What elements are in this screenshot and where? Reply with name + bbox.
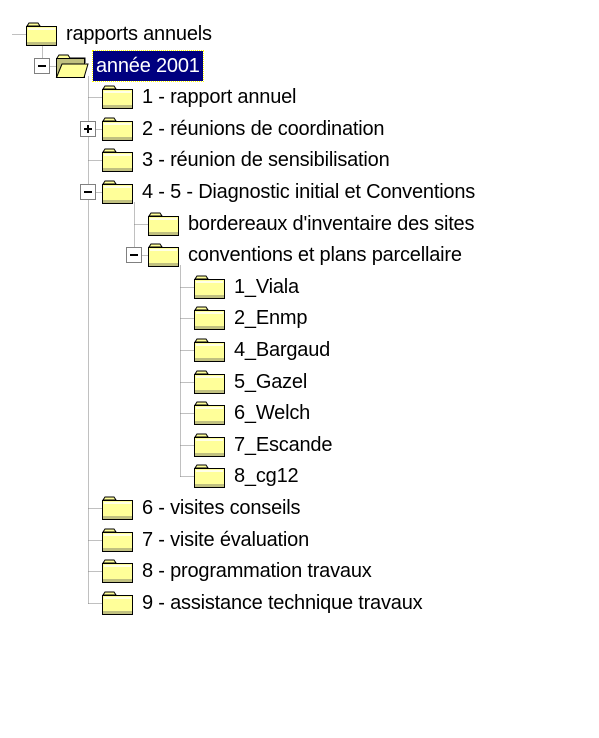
folder-closed-icon: [101, 83, 135, 111]
tree-node-label[interactable]: 4_Bargaud: [231, 335, 333, 365]
folder-closed-icon: [193, 368, 227, 396]
folder-closed-icon: [147, 241, 181, 269]
tree-node-label[interactable]: 4 - 5 - Diagnostic initial et Convention…: [139, 177, 478, 207]
folder-tree: rapports annuels année 2001 1 - rapport an…: [0, 0, 599, 738]
tree-node[interactable]: 8 - programmation travaux: [0, 555, 599, 587]
tree-node[interactable]: rapports annuels: [0, 18, 599, 50]
tree-node-label[interactable]: 2_Enmp: [231, 303, 310, 333]
folder-closed-icon: [101, 526, 135, 554]
collapse-minus-icon[interactable]: [34, 58, 50, 74]
tree-node-label[interactable]: rapports annuels: [63, 19, 215, 49]
tree-node-label[interactable]: 8_cg12: [231, 461, 301, 491]
tree-node[interactable]: 6 - visites conseils: [0, 492, 599, 524]
tree-node[interactable]: 2 - réunions de coordination: [0, 113, 599, 145]
folder-closed-icon: [101, 115, 135, 143]
tree-node-label[interactable]: 7 - visite évaluation: [139, 525, 312, 555]
folder-closed-icon: [101, 146, 135, 174]
tree-node[interactable]: 4 - 5 - Diagnostic initial et Convention…: [0, 176, 599, 208]
tree-node-label[interactable]: 1_Viala: [231, 272, 302, 302]
tree-node[interactable]: 4_Bargaud: [0, 334, 599, 366]
tree-node[interactable]: 1_Viala: [0, 271, 599, 303]
tree-node-label[interactable]: 2 - réunions de coordination: [139, 114, 387, 144]
tree-node-label[interactable]: 3 - réunion de sensibilisation: [139, 145, 393, 175]
tree-node[interactable]: 5_Gazel: [0, 366, 599, 398]
tree-node[interactable]: 2_Enmp: [0, 302, 599, 334]
folder-closed-icon: [101, 589, 135, 617]
tree-node[interactable]: 1 - rapport annuel: [0, 81, 599, 113]
tree-node[interactable]: 7_Escande: [0, 429, 599, 461]
folder-closed-icon: [193, 462, 227, 490]
tree-node-label[interactable]: 1 - rapport annuel: [139, 82, 299, 112]
tree-node[interactable]: 6_Welch: [0, 397, 599, 429]
folder-closed-icon: [147, 210, 181, 238]
tree-node[interactable]: 9 - assistance technique travaux: [0, 587, 599, 619]
folder-closed-icon: [193, 273, 227, 301]
tree-node-label[interactable]: 6 - visites conseils: [139, 493, 303, 523]
tree-node-label[interactable]: 8 - programmation travaux: [139, 556, 375, 586]
tree-node-label[interactable]: 5_Gazel: [231, 367, 310, 397]
tree-node-label[interactable]: 9 - assistance technique travaux: [139, 588, 425, 618]
tree-node[interactable]: année 2001: [0, 50, 599, 82]
folder-closed-icon: [101, 178, 135, 206]
folder-closed-icon: [193, 336, 227, 364]
folder-closed-icon: [193, 399, 227, 427]
tree-node[interactable]: 7 - visite évaluation: [0, 524, 599, 556]
tree-node[interactable]: 3 - réunion de sensibilisation: [0, 144, 599, 176]
tree-node-label[interactable]: 7_Escande: [231, 430, 335, 460]
folder-closed-icon: [101, 557, 135, 585]
tree-node-label[interactable]: bordereaux d'inventaire des sites: [185, 209, 477, 239]
folder-closed-icon: [193, 431, 227, 459]
folder-closed-icon: [101, 494, 135, 522]
folder-closed-icon: [193, 304, 227, 332]
expand-plus-icon[interactable]: [80, 121, 96, 137]
collapse-minus-icon[interactable]: [80, 184, 96, 200]
folder-open-icon: [55, 52, 89, 80]
tree-node[interactable]: conventions et plans parcellaire: [0, 239, 599, 271]
tree-node[interactable]: 8_cg12: [0, 460, 599, 492]
tree-node-label[interactable]: année 2001: [92, 50, 204, 82]
tree-node[interactable]: bordereaux d'inventaire des sites: [0, 208, 599, 240]
tree-node-label[interactable]: conventions et plans parcellaire: [185, 240, 465, 270]
tree-node-label[interactable]: 6_Welch: [231, 398, 313, 428]
collapse-minus-icon[interactable]: [126, 247, 142, 263]
folder-closed-icon: [25, 20, 59, 48]
